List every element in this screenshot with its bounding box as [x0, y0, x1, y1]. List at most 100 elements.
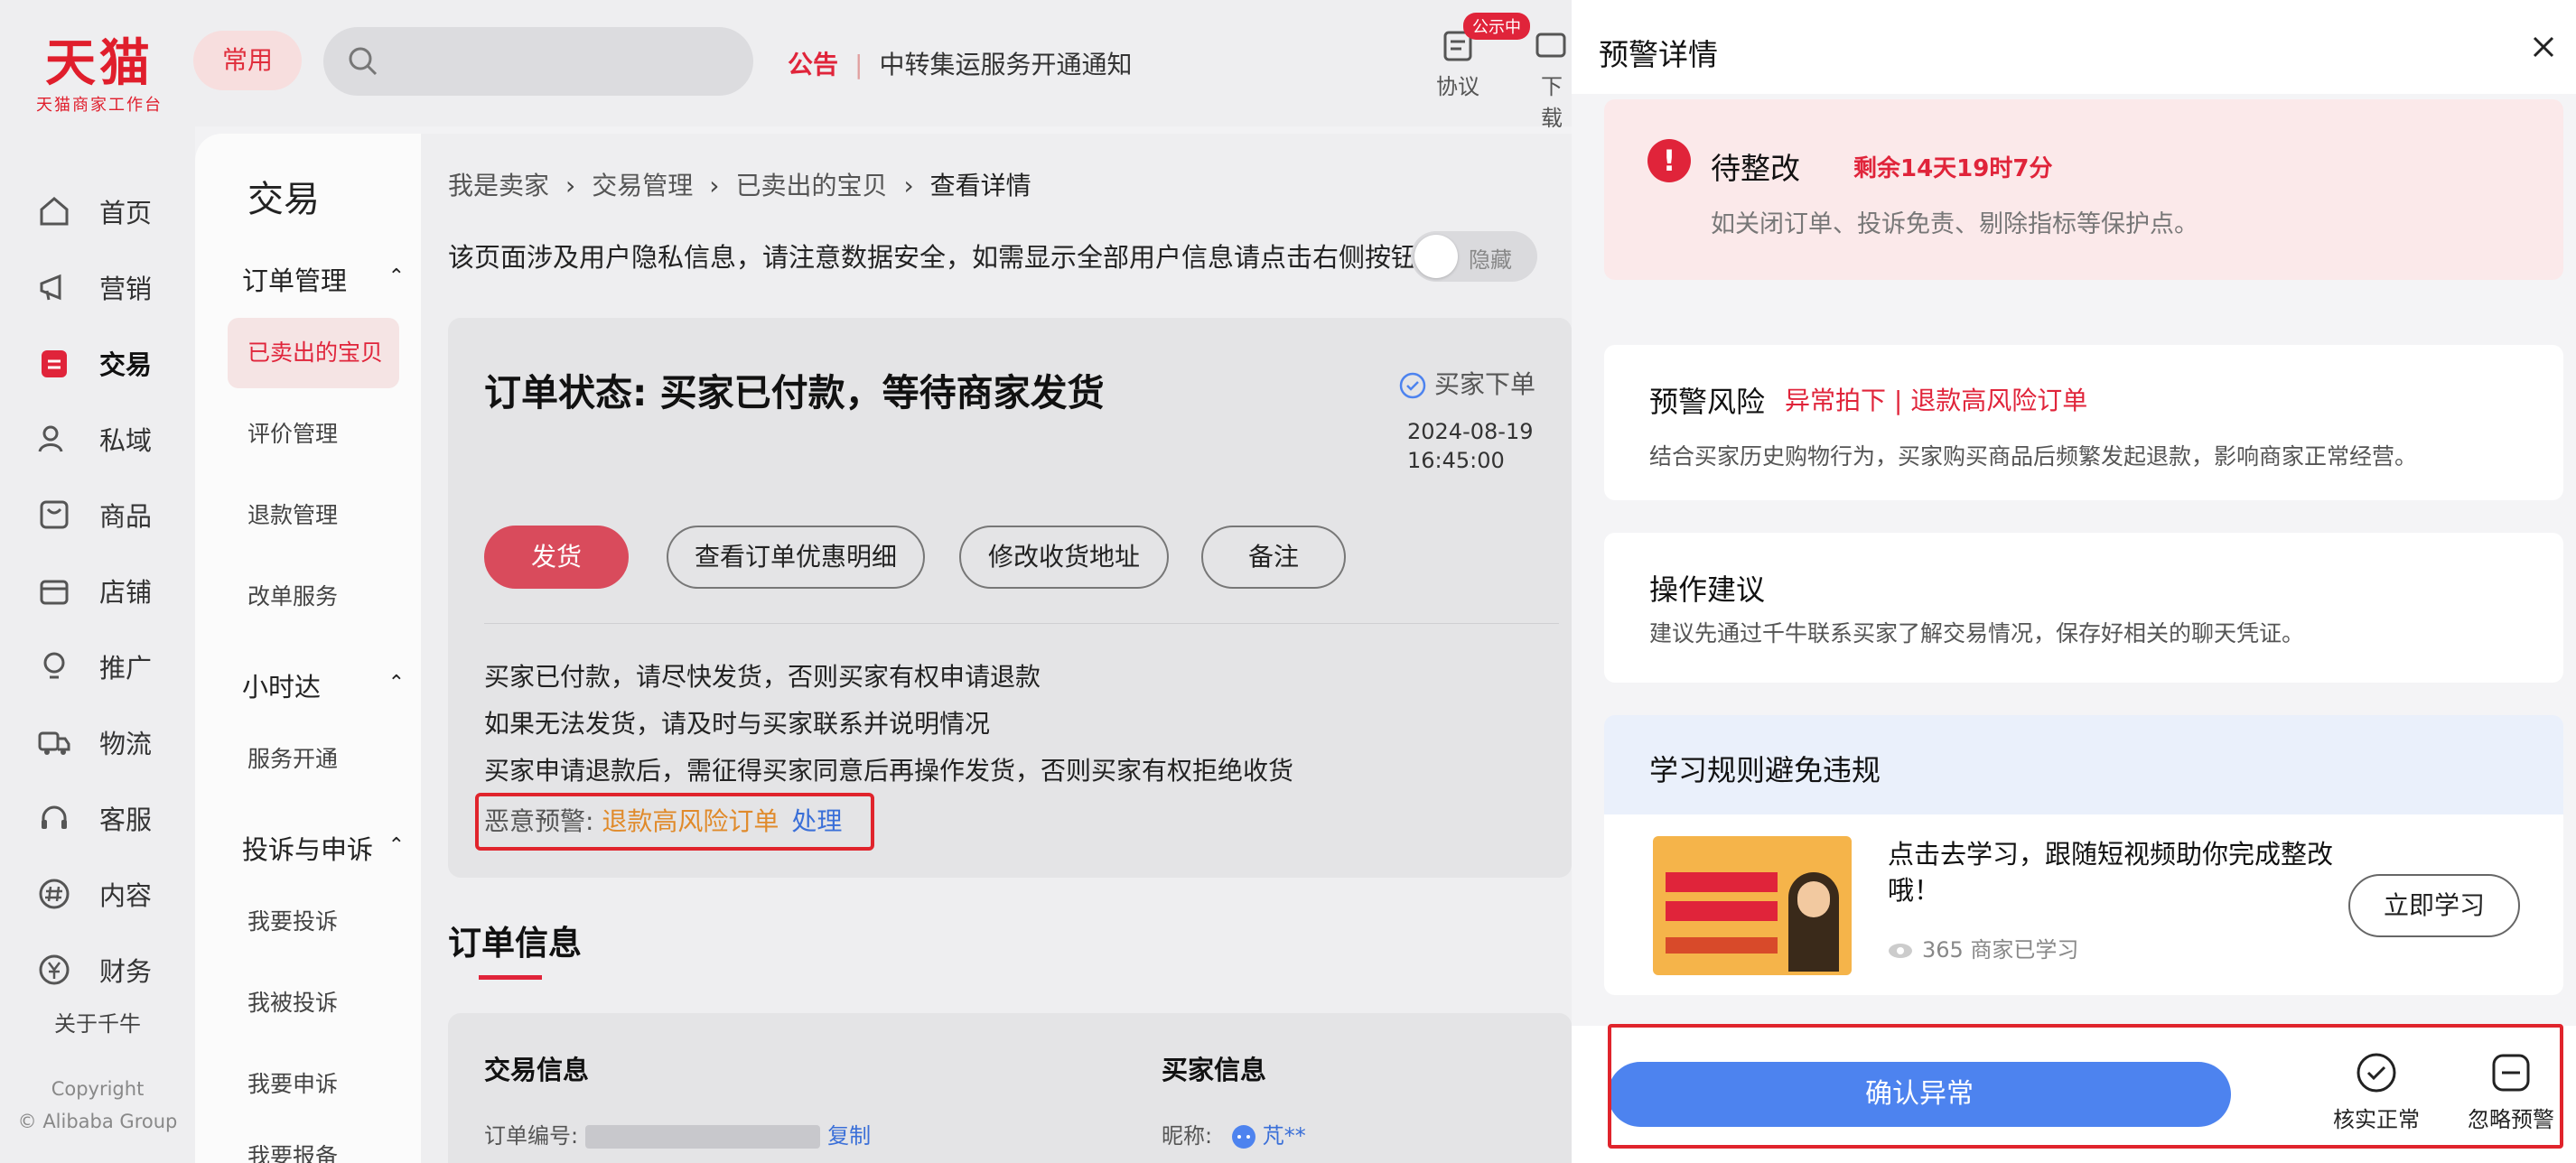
nickname-label: 昵称: [1162, 1123, 1213, 1149]
subnav-group-hourly[interactable]: 小时达 ⌃ [242, 666, 414, 704]
risk-card: 预警风险 异常拍下 | 退款高风险订单 结合买家历史购物行为，买家购买商品后频繁… [1604, 345, 2563, 500]
risk-value: 异常拍下 | 退款高风险订单 [1785, 386, 2088, 415]
warning-detail-drawer: 预警详情 ! 待整改 剩余14天19时7分 如关闭订单、投诉免责、剔除指标等保护… [1572, 0, 2576, 1163]
nav-item-private[interactable]: 私域 [36, 412, 190, 466]
nav-item-store[interactable]: 店铺 [36, 563, 190, 618]
chevron-right-icon: › [709, 171, 720, 200]
buyer-info-title: 买家信息 [1162, 1055, 1267, 1085]
subnav-item-modify[interactable]: 改单服务 [228, 562, 399, 632]
nav-item-logistics[interactable]: 物流 [36, 715, 190, 769]
order-status-title: 订单状态: 买家已付款，等待商家发货 [484, 371, 1105, 414]
trade-info-title: 交易信息 [484, 1055, 590, 1085]
progress-step: 买家下单 [1398, 365, 1535, 401]
drawer-header: 预警详情 [1572, 0, 2576, 94]
title-underline [479, 975, 542, 980]
group-label: 小时达 [242, 672, 322, 702]
subnav-item-complain[interactable]: 我要投诉 [228, 887, 399, 957]
chevron-up-icon: ⌃ [387, 834, 405, 857]
nav-item-trade[interactable]: 交易 [36, 336, 190, 390]
common-button[interactable]: 常用 [193, 31, 302, 90]
subnav-item-appeal[interactable]: 我要申诉 [228, 1049, 399, 1120]
order-info-card: 交易信息 买家信息 订单编号: 复制 昵称: 芃** [448, 1013, 1572, 1163]
order-number-row: 订单编号: 复制 [484, 1118, 871, 1149]
breadcrumb-current: 查看详情 [929, 171, 1031, 200]
download-label: 下载 [1541, 74, 1563, 131]
copyright-line1: Copyright [51, 1078, 145, 1100]
nav-item-home[interactable]: 首页 [36, 184, 190, 238]
learn-item-title[interactable]: 点击去学习，跟随短视频助你完成整改哦！ [1888, 836, 2339, 908]
chevron-right-icon: › [565, 171, 576, 200]
nav-label: 客服 [99, 805, 153, 835]
divider [484, 623, 1559, 624]
subnav-item-activate[interactable]: 服务开通 [228, 724, 399, 795]
check-circle-icon [1399, 372, 1426, 399]
logo-text: 天猫 [45, 34, 154, 93]
order-number-label: 订单编号: [484, 1123, 579, 1149]
alert-remaining: 剩余14天19时7分 [1853, 155, 2053, 182]
bulb-icon [43, 652, 65, 679]
ship-button[interactable]: 发货 [484, 526, 629, 589]
chat-icon[interactable] [1230, 1123, 1257, 1150]
breadcrumb-item[interactable]: 我是卖家 [448, 171, 549, 200]
subnav-group-orders[interactable]: 订单管理 ⌃ [242, 260, 414, 298]
logo-subtext: 天猫商家工作台 [36, 96, 163, 115]
subnav-item-complained[interactable]: 我被投诉 [228, 968, 399, 1038]
thumb-presenter-face [1797, 881, 1830, 917]
store-icon [40, 580, 69, 605]
trade-icon [42, 350, 67, 377]
exclamation-icon: ! [1647, 139, 1691, 182]
left-nav: 首页 营销 交易 私域 商品 店铺 推广 物流 客服 内容 财务 关于千牛 Co… [0, 126, 195, 1163]
yen-icon [39, 954, 70, 985]
advice-card: 操作建议 建议先通过千牛联系买家了解交易情况，保存好相关的聊天凭证。 [1604, 533, 2563, 683]
subnav-item-reviews[interactable]: 评价管理 [228, 399, 399, 470]
breadcrumb-item[interactable]: 已卖出的宝贝 [735, 171, 887, 200]
toggle-label: 隐藏 [1469, 247, 1512, 273]
nav-label: 营销 [99, 274, 153, 304]
notice-text[interactable]: 中转集运服务开通通知 [879, 50, 1132, 79]
chevron-up-icon: ⌃ [387, 265, 405, 288]
copy-link[interactable]: 复制 [827, 1123, 871, 1149]
nickname-value[interactable]: 芃** [1263, 1123, 1306, 1149]
nav-item-content[interactable]: 内容 [36, 867, 190, 921]
nav-label: 内容 [99, 880, 153, 911]
top-header: 天猫 天猫商家工作台 常用 公告 | 中转集运服务开通通知 协议 公示中 下载 [0, 0, 1572, 131]
subnav-item-sold[interactable]: 已卖出的宝贝 [228, 318, 399, 388]
step-label: 买家下单 [1434, 369, 1536, 399]
privacy-notice: 该页面涉及用户隐私信息，请注意数据安全，如需显示全部用户信息请点击右侧按钮 [448, 242, 1418, 273]
risk-title: 预警风险 [1649, 385, 1766, 419]
chevron-right-icon: › [903, 171, 914, 200]
tmall-logo[interactable]: 天猫 天猫商家工作台 [27, 36, 172, 116]
thumb-decoration [1666, 872, 1778, 892]
breadcrumb-item[interactable]: 交易管理 [592, 171, 693, 200]
group-label: 订单管理 [242, 265, 348, 296]
subnav-item-report[interactable]: 我要报备 [228, 1121, 399, 1163]
notice-bar[interactable]: 公告 | 中转集运服务开通通知 [788, 45, 1132, 81]
step-datetime: 2024-08-19 16:45:00 [1407, 417, 1533, 475]
learn-now-button[interactable]: 立即学习 [2348, 874, 2520, 937]
nav-item-marketing[interactable]: 营销 [36, 260, 190, 314]
nav-item-finance[interactable]: 财务 [36, 943, 190, 997]
edit-address-button[interactable]: 修改收货地址 [959, 526, 1169, 589]
notice-tag: 公告 [788, 50, 839, 79]
download-button[interactable]: 下载 [1534, 27, 1570, 132]
nav-item-promotion[interactable]: 推广 [36, 639, 190, 693]
advice-title: 操作建议 [1649, 572, 1766, 607]
privacy-toggle[interactable]: 隐藏 [1411, 231, 1537, 282]
close-icon[interactable] [2527, 31, 2560, 63]
drawer-title: 预警详情 [1599, 37, 1718, 72]
view-discount-button[interactable]: 查看订单优惠明细 [667, 526, 925, 589]
nav-item-service[interactable]: 客服 [36, 791, 190, 845]
subnav-group-complaints[interactable]: 投诉与申诉 ⌃ [242, 829, 414, 867]
nav-item-goods[interactable]: 商品 [36, 488, 190, 542]
learn-rules-header: 学习规则避免违规 [1604, 715, 2563, 814]
video-thumbnail[interactable] [1653, 836, 1852, 975]
search-input[interactable] [323, 27, 753, 96]
order-number-masked [585, 1125, 821, 1149]
remark-button[interactable]: 备注 [1201, 526, 1346, 589]
headset-icon [42, 805, 67, 829]
about-qianniu-link[interactable]: 关于千牛 [0, 1006, 195, 1037]
eye-icon [1889, 944, 1912, 958]
alert-status: 待整改 [1711, 151, 1800, 186]
nav-label: 店铺 [99, 577, 153, 608]
subnav-item-refunds[interactable]: 退款管理 [228, 480, 399, 551]
